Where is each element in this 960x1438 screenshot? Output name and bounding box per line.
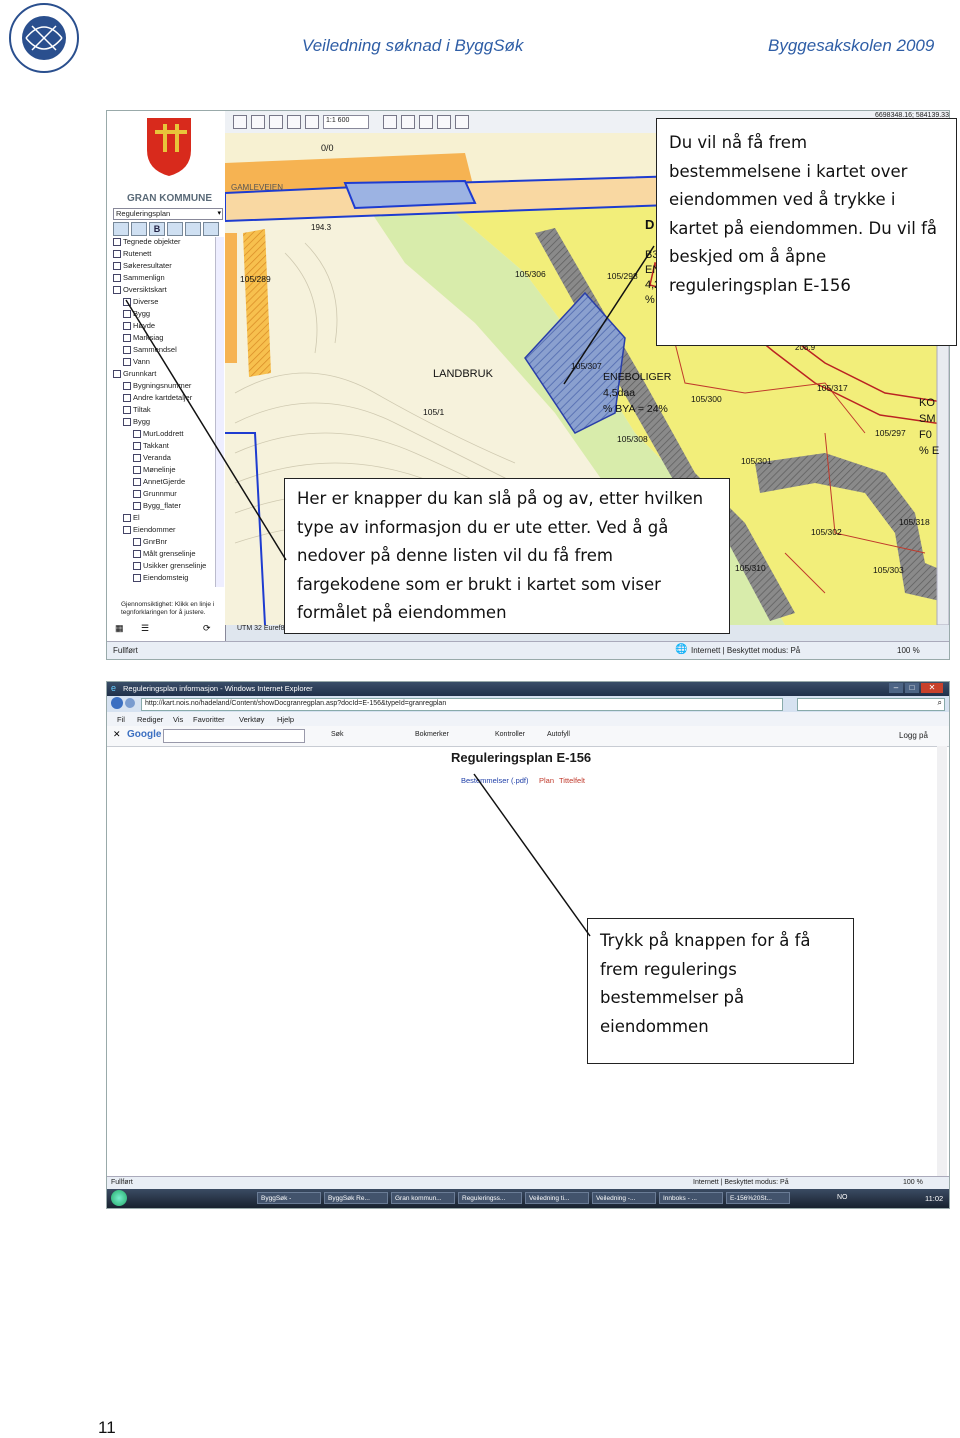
page-number: 11 bbox=[98, 1418, 116, 1437]
connector-layer-list bbox=[125, 299, 287, 561]
connector-lines bbox=[125, 245, 655, 937]
connector-map-click bbox=[563, 245, 655, 385]
connector-bestemmelser bbox=[473, 773, 591, 937]
